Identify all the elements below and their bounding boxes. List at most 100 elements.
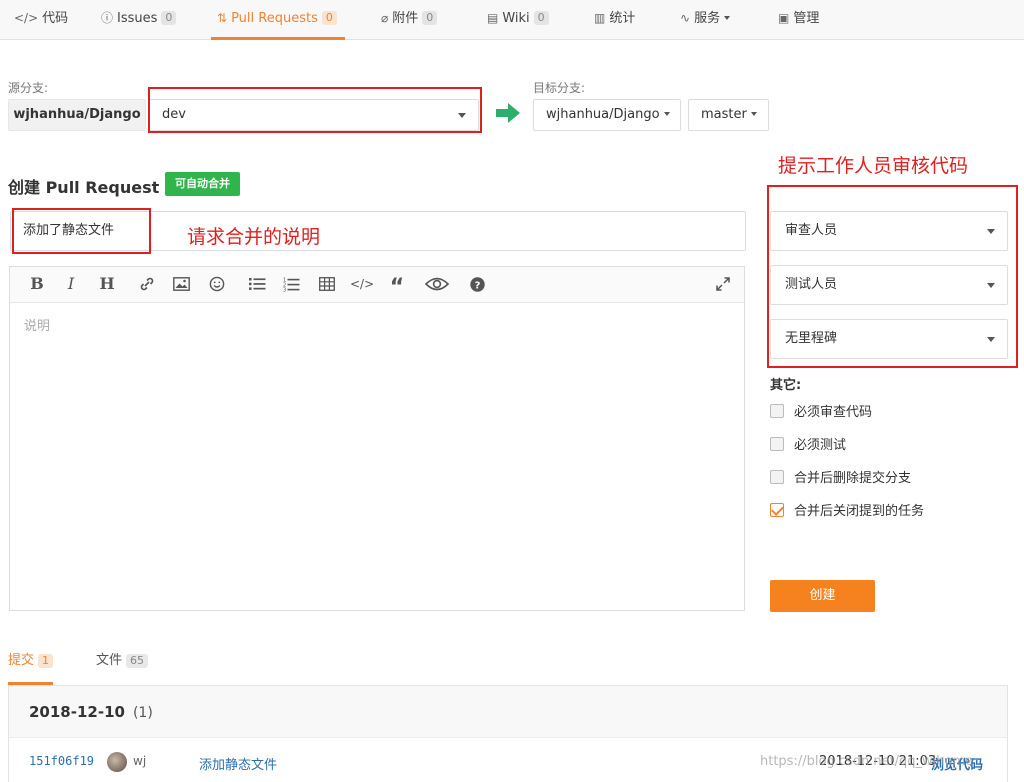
tab-stats[interactable]: ▥ 统计 xyxy=(594,0,635,40)
tab-attachments-label: 附件 xyxy=(392,11,419,26)
unordered-list-icon[interactable] xyxy=(246,273,268,295)
tab-pull-requests-count: 0 xyxy=(321,11,337,25)
repo-nav: </> 代码 ⓘ Issues 0 ⇅ Pull Requests 0 ⌀ 附件 0 ▤ Wik… xyxy=(0,0,1024,40)
target-repo-select[interactable]: wjhanhua/Django xyxy=(533,99,681,131)
tab-issues-label: Issues xyxy=(117,11,158,26)
manage-icon: ▣ xyxy=(778,11,790,25)
target-branch-label: 目标分支: xyxy=(533,81,586,95)
fullscreen-icon[interactable] xyxy=(712,273,734,295)
source-repo-button[interactable]: wjhanhua/Django xyxy=(8,99,146,131)
code-icon[interactable]: </> xyxy=(350,273,374,295)
bold-icon[interactable]: B xyxy=(26,273,48,295)
image-icon[interactable] xyxy=(170,273,192,295)
other-options-label: 其它: xyxy=(770,378,802,393)
arrow-right-icon xyxy=(496,103,520,123)
tab-wiki[interactable]: ▤ Wiki 0 xyxy=(487,0,549,40)
require-test-label: 必须测试 xyxy=(794,438,847,453)
delete-branch-checkbox[interactable] xyxy=(770,470,784,484)
highlight-pr-title xyxy=(12,208,151,254)
link-icon[interactable] xyxy=(136,273,158,295)
testers-select[interactable]: 测试人员 xyxy=(770,265,1008,305)
target-branch-value: master xyxy=(701,107,747,122)
commit-message-link[interactable]: 添加静态文件 xyxy=(199,754,277,773)
description-textarea[interactable]: 说明 xyxy=(10,303,744,346)
commit-date-header: 2018-12-10 (1) xyxy=(9,686,1007,738)
stats-icon: ▥ xyxy=(594,11,606,25)
tab-wiki-count: 0 xyxy=(533,11,549,25)
attachment-icon: ⌀ xyxy=(381,11,389,25)
mergeable-badge: 可自动合并 xyxy=(165,172,240,196)
chevron-down-icon xyxy=(724,16,731,20)
tab-attachments[interactable]: ⌀ 附件 0 xyxy=(381,0,438,40)
tab-manage-label: 管理 xyxy=(793,11,820,26)
source-branch-label: 源分支: xyxy=(8,81,49,95)
tab-commits[interactable]: 提交 1 xyxy=(8,652,54,685)
svg-text:?: ? xyxy=(474,280,480,291)
avatar[interactable] xyxy=(107,752,127,772)
commit-sha-link[interactable]: 151f06f19 xyxy=(29,754,94,768)
commit-date-count: (1) xyxy=(132,705,153,721)
option-require-test[interactable]: 必须测试 xyxy=(770,437,846,455)
description-placeholder: 说明 xyxy=(24,319,51,334)
italic-icon[interactable]: I xyxy=(60,273,82,295)
testers-label: 测试人员 xyxy=(785,277,838,292)
reviewers-select[interactable]: 审查人员 xyxy=(770,211,1008,251)
require-review-checkbox[interactable] xyxy=(770,404,784,418)
tab-services[interactable]: ∿ 服务 xyxy=(680,0,731,40)
emoji-icon[interactable] xyxy=(206,273,228,295)
tab-issues[interactable]: ⓘ Issues 0 xyxy=(101,0,177,40)
tab-pull-requests-label: Pull Requests xyxy=(231,11,318,26)
code-icon: </> xyxy=(14,11,39,25)
heading-icon[interactable]: H xyxy=(96,273,118,295)
tab-wiki-label: Wiki xyxy=(502,11,530,26)
option-require-review[interactable]: 必须审查代码 xyxy=(770,404,872,422)
chevron-down-icon xyxy=(987,283,995,288)
tab-commits-label: 提交 xyxy=(8,653,35,668)
description-editor: B I H 123 </> “ ? 说明 xyxy=(9,266,745,611)
option-close-issues[interactable]: 合并后关闭提到的任务 xyxy=(770,503,924,521)
reviewers-label: 审查人员 xyxy=(785,223,838,238)
milestone-select[interactable]: 无里程碑 xyxy=(770,319,1008,359)
quote-icon[interactable]: “ xyxy=(386,273,408,300)
milestone-label: 无里程碑 xyxy=(785,331,838,346)
tab-code-label: 代码 xyxy=(42,11,69,26)
target-repo-value: wjhanhua/Django xyxy=(546,107,660,122)
watermark: https://blog.csdn.net/qq_wjhome xyxy=(760,754,974,769)
tab-stats-label: 统计 xyxy=(609,11,636,26)
chevron-down-icon xyxy=(750,112,757,116)
chevron-down-icon xyxy=(987,229,995,234)
create-button[interactable]: 创建 xyxy=(770,580,875,612)
tab-services-label: 服务 xyxy=(694,11,721,26)
help-icon[interactable]: ? xyxy=(466,273,488,295)
commit-author[interactable]: wj xyxy=(133,754,146,768)
annotation-description: 请求合并的说明 xyxy=(187,226,321,248)
tab-pull-requests[interactable]: ⇅ Pull Requests 0 xyxy=(211,0,345,40)
preview-icon[interactable] xyxy=(424,273,450,295)
tab-code[interactable]: </> 代码 xyxy=(14,0,68,40)
annotation-reviewers: 提示工作人员审核代码 xyxy=(778,155,969,177)
require-test-checkbox[interactable] xyxy=(770,437,784,451)
require-review-label: 必须审查代码 xyxy=(794,405,873,420)
tab-manage[interactable]: ▣ 管理 xyxy=(778,0,819,40)
tab-files-count: 65 xyxy=(126,654,149,668)
option-delete-branch[interactable]: 合并后删除提交分支 xyxy=(770,470,911,488)
commit-date: 2018-12-10 xyxy=(29,703,125,721)
tab-commits-count: 1 xyxy=(38,654,54,668)
tab-issues-count: 0 xyxy=(161,11,177,25)
tab-files[interactable]: 文件 65 xyxy=(96,652,149,685)
target-branch-select[interactable]: master xyxy=(688,99,769,131)
close-issues-checkbox[interactable] xyxy=(770,503,784,517)
highlight-source-branch xyxy=(148,87,482,133)
table-icon[interactable] xyxy=(316,273,338,295)
chevron-down-icon xyxy=(987,337,995,342)
ordered-list-icon[interactable]: 123 xyxy=(280,273,302,295)
wiki-icon: ▤ xyxy=(487,11,499,25)
close-issues-label: 合并后关闭提到的任务 xyxy=(794,504,925,519)
delete-branch-label: 合并后删除提交分支 xyxy=(794,471,912,486)
issue-icon: ⓘ xyxy=(101,11,114,25)
editor-toolbar: B I H 123 </> “ ? xyxy=(10,267,744,303)
page-title: 创建 Pull Request xyxy=(8,178,160,197)
service-icon: ∿ xyxy=(680,11,691,25)
tab-files-label: 文件 xyxy=(96,653,123,668)
svg-text:3: 3 xyxy=(283,288,286,293)
